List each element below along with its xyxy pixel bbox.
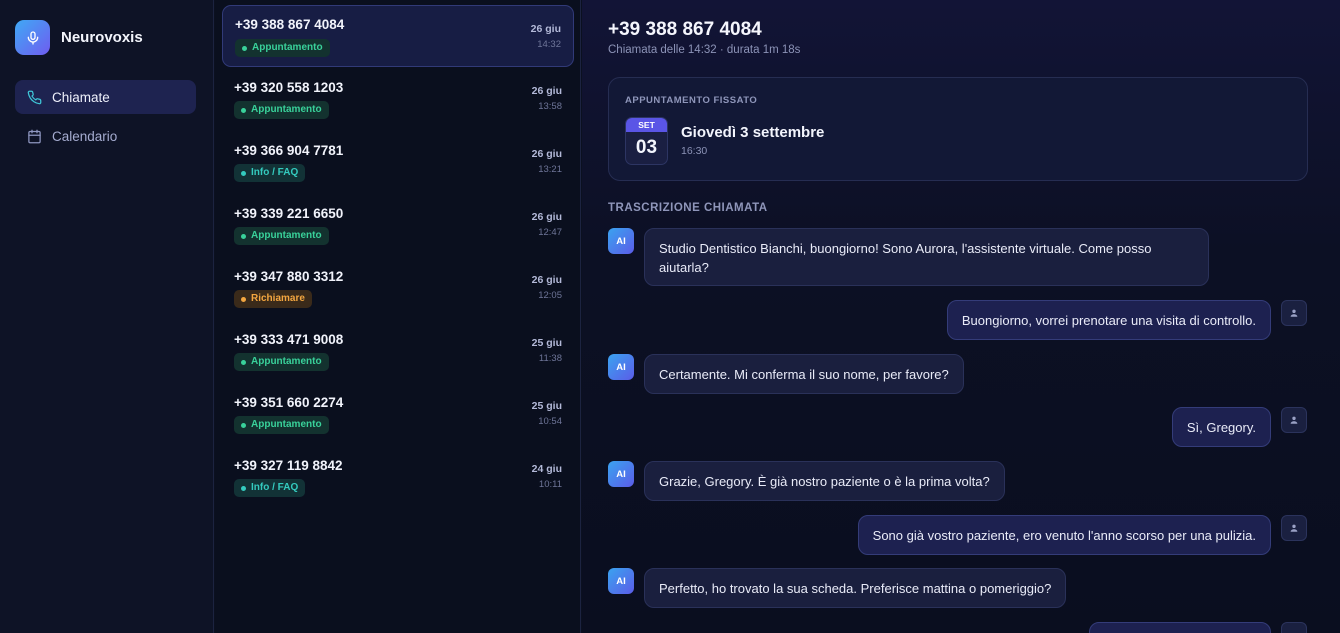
call-list: +39 388 867 4084 Appuntamento 26 giu 14:… (215, 0, 581, 633)
call-item[interactable]: +39 320 558 1203 Appuntamento 26 giu 13:… (222, 68, 574, 130)
call-tag: Appuntamento (234, 227, 329, 245)
sidebar-item-label: Calendario (52, 128, 118, 144)
call-number: +39 366 904 7781 (234, 143, 344, 158)
message-bubble-ai: Grazie, Gregory. È già nostro paziente o… (644, 461, 1005, 501)
call-item[interactable]: +39 351 660 2274 Appuntamento 25 giu 10:… (222, 383, 574, 445)
sidebar: Neurovoxis Chiamate Calendario (0, 0, 214, 633)
call-date: 26 giu (531, 85, 562, 97)
appointment-card: APPUNTAMENTO FISSATO SET 03 Giovedì 3 se… (608, 77, 1308, 181)
call-date: 26 giu (530, 23, 561, 35)
call-tag: Appuntamento (234, 416, 329, 434)
ai-avatar: AI (608, 354, 634, 380)
sidebar-item-chiamate[interactable]: Chiamate (15, 80, 196, 114)
user-avatar-icon (1281, 515, 1307, 541)
call-detail: +39 388 867 4084 Chiamata delle 14:32 · … (582, 0, 1340, 633)
calendar-icon (26, 128, 42, 144)
call-tag: Info / FAQ (234, 479, 306, 497)
call-item[interactable]: +39 327 119 8842 Info / FAQ 24 giu 10:11 (222, 446, 574, 508)
calendar-day: 03 (635, 137, 658, 158)
call-date: 26 giu (531, 148, 562, 160)
call-date: 26 giu (531, 211, 562, 223)
call-number: +39 333 471 9008 (234, 332, 344, 347)
call-date: 25 giu (531, 337, 562, 349)
call-time: 13:21 (538, 164, 562, 175)
appointment-label: APPUNTAMENTO FISSATO (625, 95, 758, 106)
call-date: 25 giu (531, 400, 562, 412)
call-number: +39 339 221 6650 (234, 206, 344, 221)
call-tag: Appuntamento (234, 101, 329, 119)
call-time: 12:47 (538, 227, 562, 238)
message-bubble-ai: Certamente. Mi conferma il suo nome, per… (644, 354, 964, 394)
call-tag: Info / FAQ (234, 164, 306, 182)
call-time: 11:38 (538, 353, 562, 364)
call-number: +39 351 660 2274 (234, 395, 344, 410)
call-time: 12:05 (538, 290, 562, 301)
appointment-date: Giovedì 3 settembre (681, 124, 825, 141)
call-item[interactable]: +39 333 471 9008 Appuntamento 25 giu 11:… (222, 320, 574, 382)
transcript-label: TRASCRIZIONE CHIAMATA (608, 202, 768, 214)
call-number: +39 327 119 8842 (234, 458, 343, 473)
ai-avatar: AI (608, 228, 634, 254)
call-time: 10:54 (538, 416, 562, 427)
sidebar-item-calendario[interactable]: Calendario (15, 119, 196, 153)
call-time: 14:32 (537, 39, 561, 50)
app-name: Neurovoxis (61, 29, 143, 46)
microphone-icon (15, 20, 50, 55)
user-avatar-icon (1281, 407, 1307, 433)
message-bubble-user: Buongiorno, vorrei prenotare una visita … (946, 300, 1271, 340)
detail-subtitle: Chiamata delle 14:32 · durata 1m 18s (608, 44, 801, 56)
message-bubble-user: Sono già vostro paziente, ero venuto l'a… (857, 515, 1271, 555)
call-item[interactable]: +39 388 867 4084 Appuntamento 26 giu 14:… (222, 5, 574, 67)
message-bubble-user: Sì, Gregory. (1171, 407, 1271, 447)
ai-avatar: AI (608, 461, 634, 487)
message-bubble-user (1089, 622, 1271, 633)
sidebar-nav: Chiamate Calendario (15, 80, 196, 158)
call-tag: Appuntamento (235, 39, 330, 57)
call-item[interactable]: +39 339 221 6650 Appuntamento 26 giu 12:… (222, 194, 574, 256)
calendar-month: SET (626, 118, 667, 132)
call-tag: Richiamare (234, 290, 312, 308)
brand: Neurovoxis (15, 20, 143, 55)
call-date: 26 giu (531, 274, 562, 286)
call-date: 24 giu (531, 463, 562, 475)
call-item[interactable]: +39 366 904 7781 Info / FAQ 26 giu 13:21 (222, 131, 574, 193)
call-time: 10:11 (538, 479, 562, 490)
detail-title: +39 388 867 4084 (608, 19, 762, 40)
message-bubble-ai: Perfetto, ho trovato la sua scheda. Pref… (644, 568, 1067, 608)
calendar-date-icon: SET 03 (625, 117, 668, 165)
call-tag: Appuntamento (234, 353, 329, 371)
ai-avatar: AI (608, 568, 634, 594)
user-avatar-icon (1281, 300, 1307, 326)
user-avatar-icon (1281, 622, 1307, 633)
call-number: +39 320 558 1203 (234, 80, 344, 95)
call-number: +39 347 880 3312 (234, 269, 344, 284)
appointment-time: 16:30 (681, 145, 708, 157)
call-number: +39 388 867 4084 (235, 17, 345, 32)
phone-icon (26, 89, 42, 105)
call-item[interactable]: +39 347 880 3312 Richiamare 26 giu 12:05 (222, 257, 574, 319)
message-bubble-ai: Studio Dentistico Bianchi, buongiorno! S… (644, 228, 1209, 286)
sidebar-item-label: Chiamate (52, 89, 110, 105)
call-time: 13:58 (538, 101, 562, 112)
